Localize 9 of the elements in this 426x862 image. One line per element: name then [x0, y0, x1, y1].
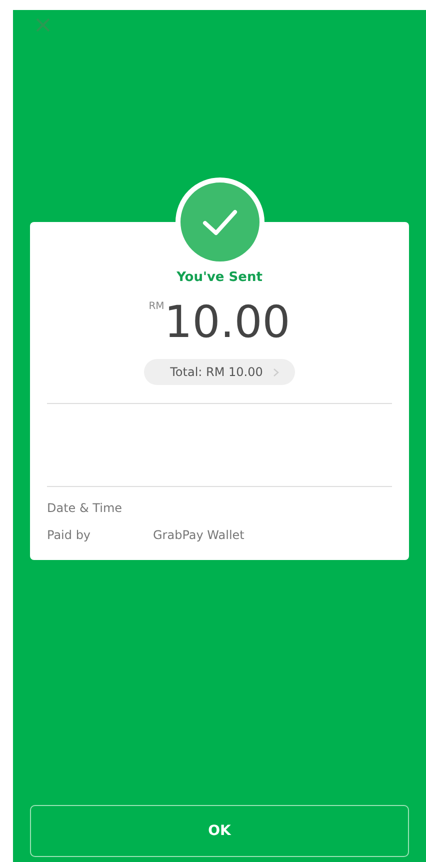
close-icon[interactable]: [35, 17, 51, 33]
detail-value: GrabPay Wallet: [153, 528, 244, 542]
currency-label: RM: [148, 301, 164, 312]
detail-label: Date & Time: [47, 501, 124, 515]
chevron-icon: [272, 368, 279, 376]
detail-label: Paid by: [47, 528, 92, 542]
total-button[interactable]: Total: RM 10.00: [144, 359, 295, 385]
amount-value: 10.00: [164, 297, 290, 349]
status-title: You've Sent: [176, 270, 262, 285]
